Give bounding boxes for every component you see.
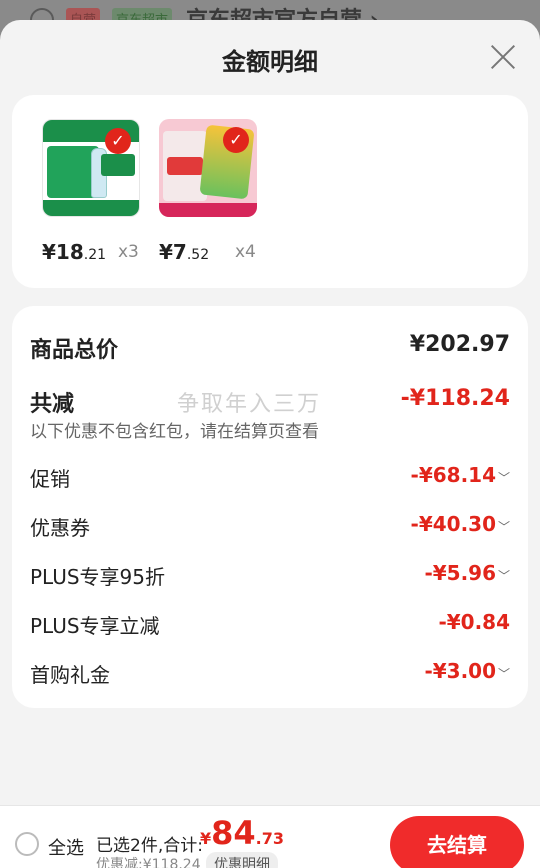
checkout-button[interactable]: 去结算	[390, 816, 524, 868]
total-label: 商品总价	[30, 338, 119, 363]
reduce-row: 共减 -¥118.24	[30, 386, 510, 417]
discount-value: -¥40.30	[410, 512, 496, 536]
discount-label: 促销	[30, 467, 70, 491]
product-price: ¥18.21	[42, 240, 107, 264]
discount-label: PLUS专享95折	[30, 565, 165, 589]
discount-detail-button[interactable]: 优惠明细	[206, 852, 278, 868]
select-all-radio[interactable]	[15, 832, 39, 856]
discount-value: -¥68.14	[410, 463, 496, 487]
total-value: ¥202.97	[409, 332, 510, 357]
product-image-water[interactable]: ✓	[42, 119, 140, 217]
product-qty: x3	[118, 242, 139, 262]
reduce-value: -¥118.24	[400, 386, 510, 411]
sheet-title: 金额明细	[222, 48, 318, 76]
chevron-down-icon[interactable]: ﹀	[498, 665, 510, 682]
selected-count: 已选2件,合计:	[96, 836, 203, 856]
close-icon[interactable]	[488, 42, 518, 72]
reduce-label: 共减	[30, 392, 75, 417]
chevron-down-icon[interactable]: ﹀	[498, 567, 510, 584]
amount-detail-sheet: 金额明细 ✓ ✓ ¥18.21 x3 ¥7.52 x4 争取年入三万 商品总价 …	[0, 20, 540, 868]
check-icon: ✓	[223, 127, 249, 153]
chevron-down-icon[interactable]: ﹀	[498, 469, 510, 486]
discount-row-plus-reduce: PLUS专享立减 -¥0.84	[30, 610, 510, 640]
products-card: ✓ ✓ ¥18.21 x3 ¥7.52 x4	[12, 95, 528, 288]
product-image-snack[interactable]: ✓	[159, 119, 257, 217]
summary-card: 争取年入三万 商品总价 ¥202.97 共减 -¥118.24 以下优惠不包含红…	[12, 306, 528, 708]
discount-row-plus-95[interactable]: PLUS专享95折 -¥5.96 ﹀	[30, 561, 510, 591]
total-price: ¥84.73	[200, 814, 285, 852]
total-row: 商品总价 ¥202.97	[30, 332, 510, 363]
product-qty: x4	[235, 242, 256, 262]
discount-row-coupon[interactable]: 优惠券 -¥40.30 ﹀	[30, 512, 510, 542]
discount-value: -¥3.00	[424, 659, 496, 683]
reduce-note: 以下优惠不包含红包，请在结算页查看	[30, 422, 319, 442]
check-icon: ✓	[105, 128, 131, 154]
discount-row-promotion[interactable]: 促销 -¥68.14 ﹀	[30, 463, 510, 493]
product-price: ¥7.52	[159, 240, 210, 264]
discount-label: PLUS专享立减	[30, 614, 160, 638]
select-all-label[interactable]: 全选	[48, 834, 84, 860]
discount-summary: 优惠减:¥118.24	[96, 857, 201, 868]
discount-value: -¥5.96	[424, 561, 496, 585]
discount-label: 优惠券	[30, 516, 90, 540]
chevron-down-icon[interactable]: ﹀	[498, 518, 510, 535]
discount-value: -¥0.84	[438, 610, 510, 634]
discount-label: 首购礼金	[30, 663, 110, 687]
checkout-bar: 全选 已选2件,合计: ¥84.73 优惠减:¥118.24 优惠明细 去结算	[0, 805, 540, 868]
discount-row-first-purchase[interactable]: 首购礼金 -¥3.00 ﹀	[30, 659, 510, 689]
